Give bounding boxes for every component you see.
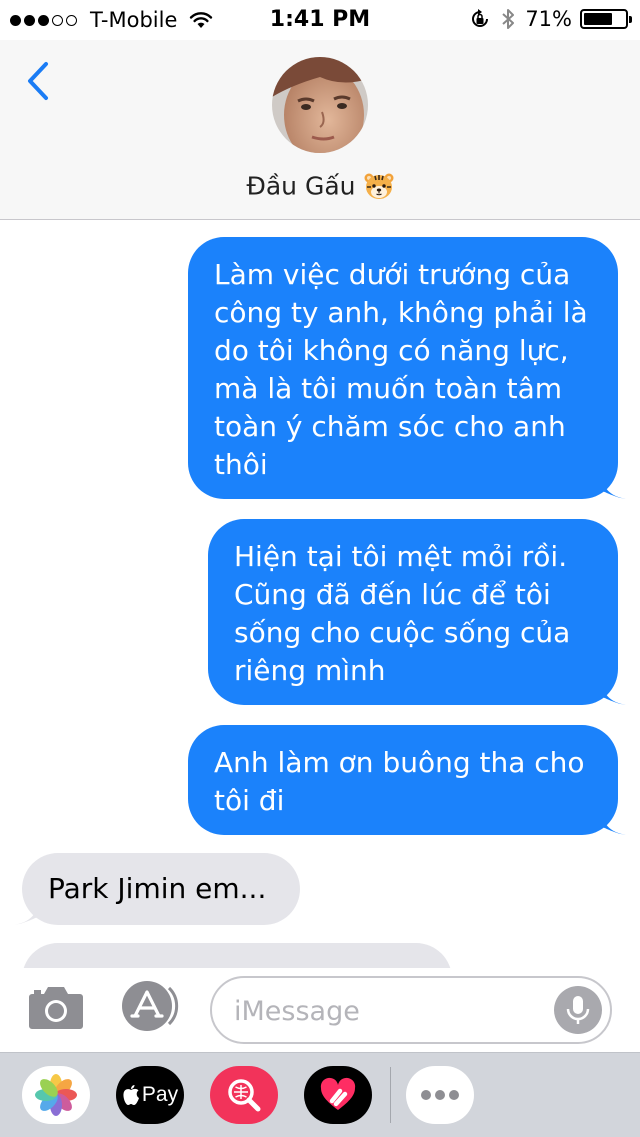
- contact-name[interactable]: Đầu Gấu: [0, 170, 640, 201]
- digital-touch-app-button[interactable]: [304, 1066, 372, 1124]
- bubble-tail: [14, 903, 38, 925]
- battery-icon: [580, 9, 632, 29]
- conversation-header: Đầu Gấu: [0, 40, 640, 220]
- message-bubble-sent[interactable]: Làm việc dưới trướng của công ty anh, kh…: [188, 237, 626, 499]
- bubble-tail: [602, 683, 626, 705]
- photos-icon: [35, 1074, 77, 1116]
- message-text: Làm việc dưới trướng của công ty anh, kh…: [214, 258, 588, 481]
- message-input-field[interactable]: [210, 976, 612, 1044]
- status-right: 71%: [469, 7, 632, 31]
- apple-logo-icon: [123, 1085, 139, 1105]
- chevron-left-icon: [28, 62, 48, 100]
- avatar-photo: [272, 57, 368, 153]
- microphone-button[interactable]: [554, 986, 602, 1034]
- app-store-icon: [122, 981, 179, 1031]
- photos-app-button[interactable]: [22, 1066, 90, 1124]
- message-bubble-sent[interactable]: Anh làm ơn buông tha cho tôi đi: [188, 725, 626, 835]
- compose-bar: [0, 968, 640, 1052]
- digital-touch-icon: [320, 1077, 356, 1110]
- message-text: Anh làm ơn buông tha cho tôi đi: [214, 746, 585, 817]
- tiger-face-emoji: [364, 173, 394, 199]
- drawer-divider: [390, 1067, 391, 1123]
- bubble-tail: [602, 813, 626, 835]
- apple-pay-label: Pay: [141, 1083, 179, 1106]
- image-search-app-button[interactable]: [210, 1066, 278, 1124]
- message-bubble-received-partial[interactable]: [22, 943, 452, 968]
- back-button[interactable]: [20, 58, 60, 104]
- microphone-icon: [566, 996, 590, 1024]
- status-bar: T-Mobile 1:41 PM 71%: [0, 0, 640, 40]
- bluetooth-icon: [502, 9, 515, 29]
- message-bubble-received[interactable]: Park Jimin em...: [14, 853, 300, 925]
- app-store-button[interactable]: [120, 980, 180, 1032]
- contact-name-text: Đầu Gấu: [246, 171, 356, 201]
- imessage-app-drawer: Pay: [0, 1052, 640, 1137]
- message-text: Hiện tại tôi mệt mỏi rồi. Cũng đã đến lú…: [234, 540, 571, 687]
- more-apps-button[interactable]: [406, 1066, 474, 1124]
- message-list: Làm việc dưới trướng của công ty anh, kh…: [0, 220, 640, 968]
- camera-icon: [29, 987, 83, 1029]
- rotation-lock-icon: [472, 9, 489, 27]
- search-images-icon: [228, 1079, 261, 1112]
- message-bubble-sent[interactable]: Hiện tại tôi mệt mỏi rồi. Cũng đã đến lú…: [208, 519, 626, 705]
- camera-button[interactable]: [28, 982, 84, 1030]
- contact-avatar[interactable]: [272, 57, 368, 153]
- more-icon: [421, 1090, 459, 1100]
- message-input[interactable]: [232, 988, 556, 1034]
- battery-percent: 71%: [525, 7, 572, 31]
- apple-pay-app-button[interactable]: Pay: [116, 1066, 184, 1124]
- bubble-tail: [602, 477, 626, 499]
- message-text: Park Jimin em...: [48, 872, 267, 905]
